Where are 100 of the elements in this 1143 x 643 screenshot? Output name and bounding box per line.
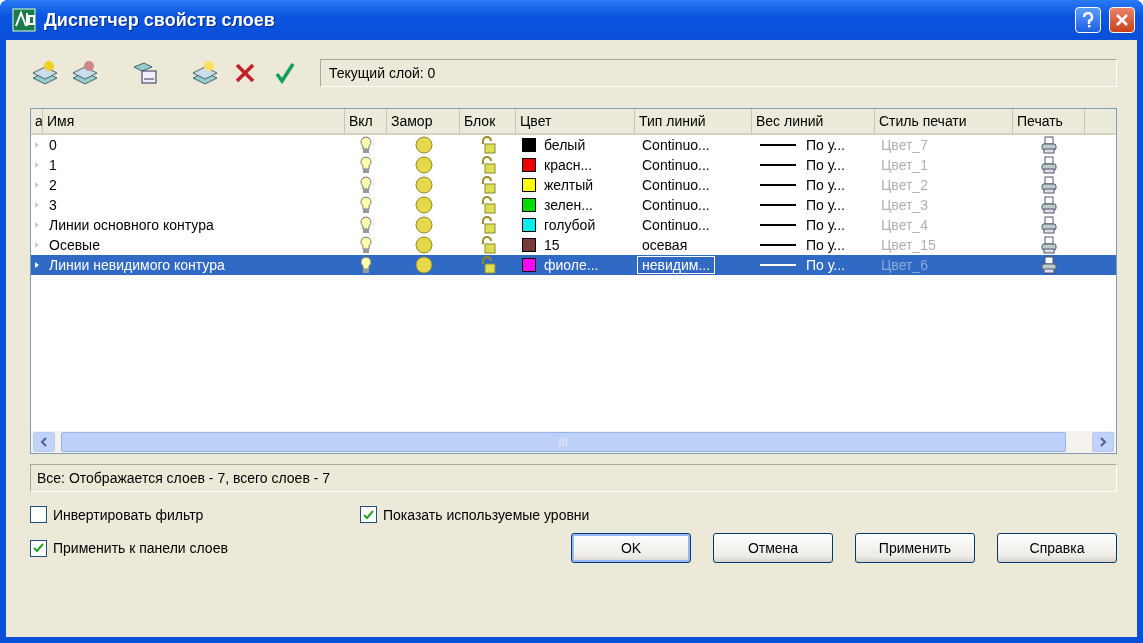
layer-name: Осевые	[48, 237, 101, 253]
help-button[interactable]	[1075, 7, 1101, 33]
plot-style: Цвет_1	[880, 157, 929, 173]
row-marker-icon	[35, 162, 39, 168]
lock-icon[interactable]	[480, 216, 496, 234]
grip-icon	[558, 438, 569, 446]
lightbulb-icon[interactable]	[360, 196, 372, 214]
scroll-left-button[interactable]	[33, 432, 55, 452]
sun-icon[interactable]	[413, 195, 434, 215]
checkbox[interactable]	[30, 506, 47, 523]
layer-name: 1	[48, 157, 58, 173]
check-icon	[363, 509, 374, 520]
column-header[interactable]: Вкл	[345, 109, 387, 133]
scroll-right-button[interactable]	[1092, 432, 1114, 452]
layer-row[interactable]: Линии невидимого контура фиоле... невидим... По у... Цвет_6	[31, 255, 1116, 275]
sun-icon[interactable]	[413, 155, 434, 175]
plot-style: Цвет_7	[880, 137, 929, 153]
lineweight-line	[760, 224, 796, 226]
sun-icon[interactable]	[413, 255, 434, 275]
sun-icon[interactable]	[413, 175, 434, 195]
plot-style: Цвет_4	[880, 217, 929, 233]
layers-icon	[191, 60, 219, 86]
color-swatch[interactable]	[522, 158, 536, 172]
lineweight-line	[760, 144, 796, 146]
checkbox[interactable]	[360, 506, 377, 523]
layers-icon	[31, 60, 59, 86]
lock-icon[interactable]	[480, 256, 496, 274]
row-marker-icon	[35, 142, 39, 148]
printer-icon[interactable]	[1040, 136, 1058, 154]
column-header[interactable]: Тип линий	[635, 109, 752, 133]
checkbox-label: Применить к панели слоев	[53, 540, 228, 556]
dialog-button[interactable]: Справка	[997, 533, 1117, 563]
printer-icon[interactable]	[1040, 256, 1058, 274]
checkbox-option[interactable]: Показать используемые уровни	[360, 506, 1117, 523]
sun-icon[interactable]	[413, 135, 434, 155]
printer-icon[interactable]	[1040, 216, 1058, 234]
linetype[interactable]: невидим...	[637, 256, 716, 274]
linetype[interactable]: Continuo...	[637, 216, 715, 234]
lineweight: По у...	[806, 137, 845, 153]
sun-icon[interactable]	[413, 235, 434, 255]
layer-name: 3	[48, 197, 58, 213]
row-marker-icon	[35, 242, 39, 248]
color-swatch[interactable]	[522, 218, 536, 232]
chevron-right-icon	[1099, 437, 1107, 447]
linetype[interactable]: осевая	[637, 236, 693, 254]
lightbulb-icon[interactable]	[360, 176, 372, 194]
color-swatch[interactable]	[522, 238, 536, 252]
current-layer-field: Текущий слой: 0	[320, 59, 1117, 87]
printer-icon[interactable]	[1040, 176, 1058, 194]
lightbulb-icon[interactable]	[360, 256, 372, 274]
column-header[interactable]: Имя	[43, 109, 345, 133]
lineweight: По у...	[806, 257, 845, 273]
scrollbar-thumb[interactable]	[61, 432, 1066, 452]
linetype[interactable]: Continuo...	[637, 136, 715, 154]
printer-icon[interactable]	[1040, 156, 1058, 174]
checkbox[interactable]	[30, 539, 47, 557]
layers-icon	[71, 60, 99, 86]
lightbulb-icon[interactable]	[360, 216, 372, 234]
lock-icon[interactable]	[480, 196, 496, 214]
column-header[interactable]: Стиль печати	[875, 109, 1013, 133]
lock-icon[interactable]	[480, 156, 496, 174]
printer-icon[interactable]	[1040, 236, 1058, 254]
color-name: 15	[544, 237, 560, 253]
window-title: Диспетчер свойств слоев	[44, 9, 276, 31]
color-swatch[interactable]	[522, 178, 536, 192]
column-header[interactable]: Цвет	[516, 109, 635, 133]
color-swatch[interactable]	[522, 258, 536, 272]
lineweight-line	[760, 264, 796, 266]
close-button[interactable]	[1109, 7, 1135, 33]
dialog-button[interactable]: Применить	[855, 533, 975, 563]
lineweight-line	[760, 164, 796, 166]
dialog-button[interactable]: Отмена	[713, 533, 833, 563]
lightbulb-icon[interactable]	[360, 156, 372, 174]
lightbulb-icon[interactable]	[360, 136, 372, 154]
color-name: белый	[544, 137, 586, 153]
column-header[interactable]: Вес линий	[752, 109, 875, 133]
column-header[interactable]: Замор	[387, 109, 460, 133]
linetype[interactable]: Continuo...	[637, 196, 715, 214]
color-swatch[interactable]	[522, 138, 536, 152]
dialog-button[interactable]: OK	[571, 533, 691, 563]
plot-style: Цвет_6	[880, 257, 929, 273]
printer-icon[interactable]	[1040, 196, 1058, 214]
lock-icon[interactable]	[480, 176, 496, 194]
lock-icon[interactable]	[480, 136, 496, 154]
close-icon	[234, 62, 256, 84]
color-swatch[interactable]	[522, 198, 536, 212]
column-header[interactable]: Печать	[1013, 109, 1085, 133]
layer-name: 0	[48, 137, 58, 153]
sun-icon[interactable]	[413, 215, 434, 235]
checkbox-option[interactable]: Применить к панели слоев	[30, 533, 360, 563]
lock-icon[interactable]	[480, 236, 496, 254]
linetype[interactable]: Continuo...	[637, 176, 715, 194]
column-header[interactable]: Блок	[460, 109, 516, 133]
linetype[interactable]: Continuo...	[637, 156, 715, 174]
column-header[interactable]: а	[31, 109, 43, 133]
row-marker-icon	[35, 262, 39, 268]
lightbulb-icon[interactable]	[360, 236, 372, 254]
checkbox-label: Показать используемые уровни	[383, 506, 590, 523]
checkbox-option[interactable]: Инвертировать фильтр	[30, 506, 360, 523]
chevron-left-icon	[40, 437, 48, 447]
